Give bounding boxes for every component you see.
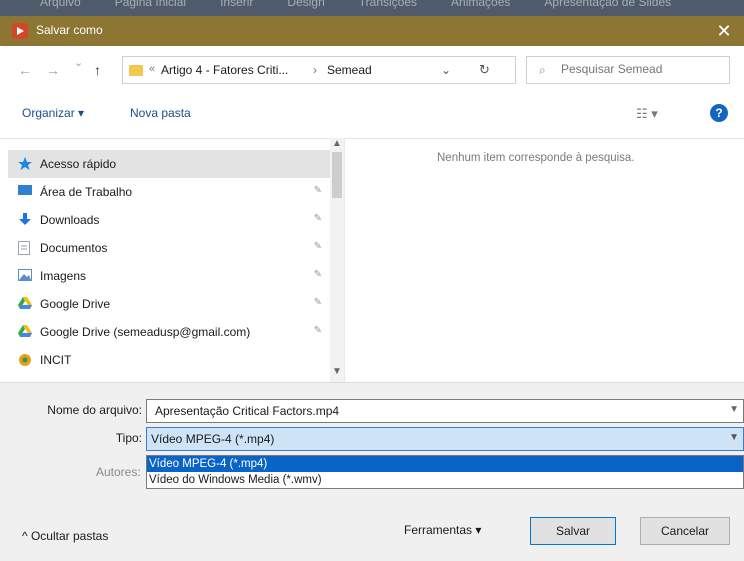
file-type-select[interactable]: Vídeo MPEG-4 (*.mp4) ▼ [146,427,744,451]
filename-field[interactable]: ▼ [146,399,744,423]
nav-item[interactable]: INCIT [8,346,330,374]
nav-item-label: INCIT [40,353,72,367]
pin-icon[interactable]: ✎ [314,213,322,224]
breadcrumb-semead[interactable]: Semead [327,63,372,77]
desktop-icon [18,185,32,197]
chevron-down-icon[interactable]: ▼ [729,432,739,443]
powerpoint-icon [12,23,28,39]
command-bar: Organizar ▾ Nova pasta ☷ ▾ ? [0,94,744,139]
close-button[interactable]: ✕ [704,16,744,46]
empty-message: Nenhum item corresponde à pesquisa. [437,152,635,164]
scroll-up-icon[interactable]: ▲ [332,138,342,149]
background-menu-item: Apresentação de Slides [544,0,672,9]
new-folder-button[interactable]: Nova pasta [130,106,191,120]
pin-icon[interactable]: ✎ [314,241,322,252]
background-menu: Arquivo Página Inicial Inserir Design Transi… [40,0,671,9]
nav-item[interactable]: Imagens ✎ [8,262,330,290]
nav-item[interactable]: Downloads ✎ [8,206,330,234]
search-icon: ⌕ [539,63,546,77]
view-options-button[interactable]: ☷ ▾ [636,106,658,122]
pin-icon[interactable]: ✎ [314,325,322,336]
nav-item[interactable]: Google Drive (semeadusp@gmail.com) ✎ [8,318,330,346]
save-button[interactable]: Salvar [530,517,616,545]
file-type-option-mp4[interactable]: Vídeo MPEG-4 (*.mp4) [147,456,743,472]
pin-icon[interactable]: ✎ [314,269,322,280]
search-box[interactable]: ⌕ [526,56,730,84]
background-menu-item: Transições [358,0,418,9]
folder-icon [129,65,143,76]
filename-label: Nome do arquivo: [47,403,142,417]
refresh-button[interactable]: ↻ [479,62,490,78]
nav-item[interactable]: Área de Trabalho ✎ [8,178,330,206]
nav-item-label: Acesso rápido [40,157,117,171]
incit-icon [18,353,32,366]
breadcrumb-separator[interactable]: › [313,63,317,77]
download-icon [18,213,32,225]
google-drive-icon [18,297,32,309]
chevron-down-icon[interactable]: ▼ [729,404,739,415]
nav-item-label: Imagens [40,269,87,283]
background-menu-item: Inserir [220,0,254,9]
background-menu-item: Animações [451,0,511,9]
nav-item[interactable]: Documentos ✎ [8,234,330,262]
nav-item-label: Documentos [40,241,108,255]
background-menu-item: Arquivo [40,0,81,9]
window-title: Salvar como [36,23,103,37]
background-menu-item: Design [287,0,325,9]
file-type-value: Vídeo MPEG-4 (*.mp4) [151,432,275,446]
save-form: Nome do arquivo: ▼ Tipo: Vídeo MPEG-4 (*… [0,382,744,561]
title-bar: Salvar como ✕ [0,16,744,46]
pin-icon[interactable]: ✎ [314,185,322,196]
address-bar[interactable]: « Artigo 4 - Fatores Criti... › Semead ⌄… [122,56,516,84]
image-icon [18,269,32,281]
background-ribbon: Arquivo Página Inicial Inserir Design Transi… [0,0,744,16]
nav-item[interactable]: Acesso rápido [8,150,330,178]
navigation-pane: ▲ ▼ Acesso rápido Área de Trabalho ✎ Downlo… [0,138,345,382]
background-menu-item: Página Inicial [114,0,187,9]
nav-item-label: Google Drive [40,297,111,311]
google-drive-icon [18,325,32,337]
nav-item[interactable]: Google Drive ✎ [8,290,330,318]
back-button[interactable]: ← [18,62,32,78]
authors-label: Autores: [96,465,141,479]
address-row: ← → ⌄ ↑ « Artigo 4 - Fatores Criti... › … [0,46,744,94]
search-input[interactable] [559,61,723,77]
up-button[interactable]: ↑ [94,62,101,78]
file-list-pane[interactable]: Nenhum item corresponde à pesquisa. [345,138,744,382]
filename-input[interactable] [153,403,717,419]
help-button[interactable]: ? [710,104,728,122]
scroll-thumb[interactable] [332,152,342,198]
cancel-button[interactable]: Cancelar [640,517,730,545]
file-type-dropdown: Vídeo MPEG-4 (*.mp4) Vídeo do Windows Me… [146,455,744,489]
star-icon [18,157,32,170]
scroll-down-icon[interactable]: ▼ [332,366,342,377]
forward-button[interactable]: → [46,62,60,78]
organize-button[interactable]: Organizar ▾ [22,106,84,120]
nav-scrollbar[interactable]: ▲ ▼ [330,138,344,382]
document-icon [18,241,32,255]
nav-item-label: Área de Trabalho [40,185,133,199]
nav-item-label: Google Drive (semeadusp@gmail.com) [40,325,251,339]
tools-button[interactable]: Ferramentas ▾ [404,523,481,537]
hide-folders-button[interactable]: ^ Ocultar pastas [22,529,108,543]
breadcrumb-artigo4[interactable]: Artigo 4 - Fatores Criti... [161,63,288,77]
pin-icon[interactable]: ✎ [314,297,322,308]
nav-item-label: Downloads [40,213,100,227]
type-label: Tipo: [115,431,142,445]
breadcrumb-overflow[interactable]: « [149,63,155,75]
address-dropdown-button[interactable]: ⌄ [441,63,451,77]
file-type-option-wmv[interactable]: Vídeo do Windows Media (*.wmv) [147,472,743,488]
